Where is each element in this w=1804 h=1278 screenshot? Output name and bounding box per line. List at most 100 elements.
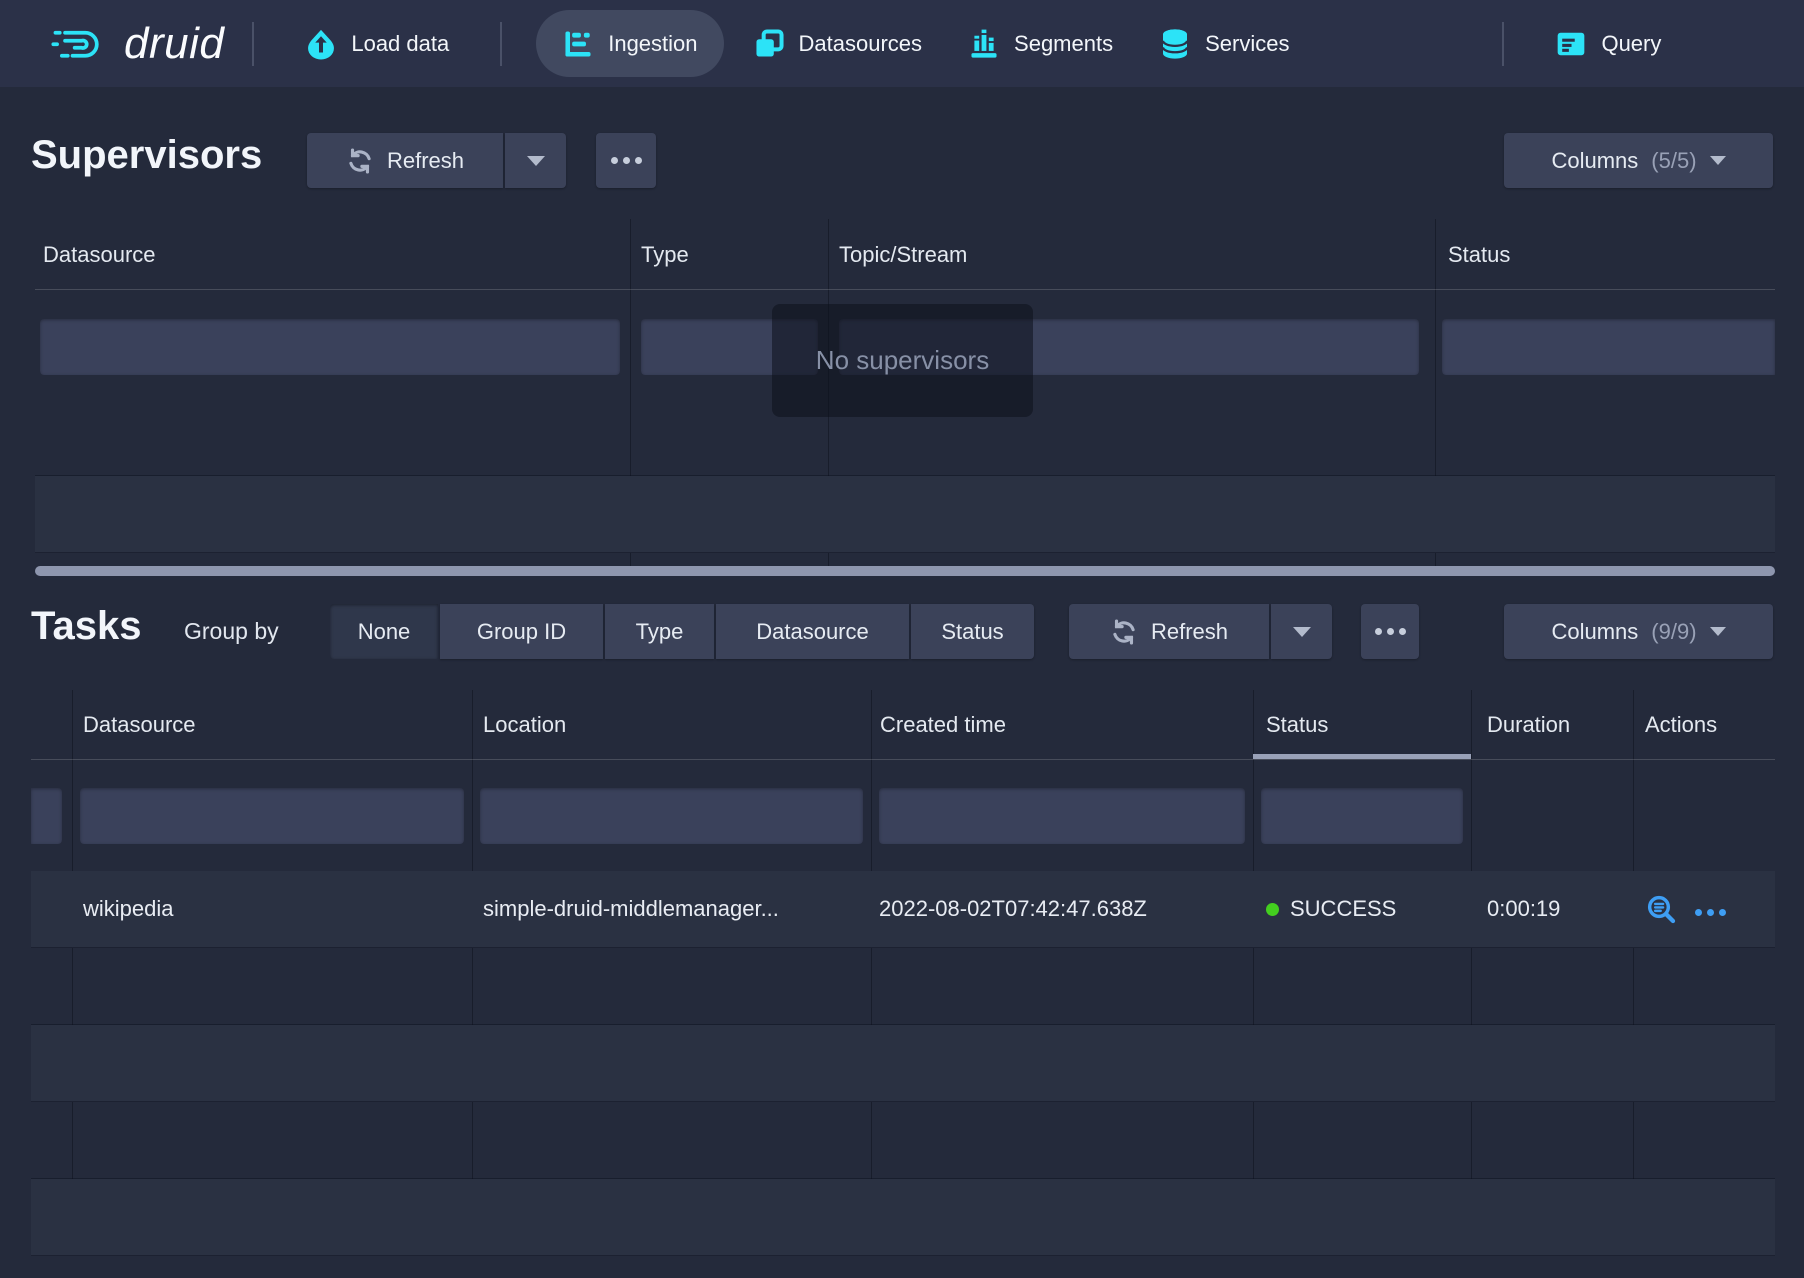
supervisors-columns-button[interactable]: Columns (5/5) xyxy=(1504,133,1773,188)
query-icon xyxy=(1555,28,1587,60)
columns-label: Columns xyxy=(1551,148,1638,174)
tasks-table: Datasource Location Created time Status … xyxy=(31,690,1775,1256)
nav-ingestion-active[interactable]: Ingestion xyxy=(536,10,723,77)
task-location-cell: simple-druid-middlemanager... xyxy=(483,871,779,947)
columns-label: Columns xyxy=(1551,619,1638,645)
supervisors-more-button[interactable] xyxy=(596,133,656,188)
group-by-type-button[interactable]: Type xyxy=(605,604,714,659)
refresh-label: Refresh xyxy=(387,148,464,174)
datasource-filter-input[interactable] xyxy=(40,319,620,375)
group-by-datasource-button[interactable]: Datasource xyxy=(716,604,909,659)
group-option-label: Datasource xyxy=(756,619,869,645)
more-icon xyxy=(1375,628,1406,635)
tasks-refresh-button[interactable]: Refresh xyxy=(1069,604,1269,659)
created-time-filter-input[interactable] xyxy=(879,788,1245,844)
col-header-datasource[interactable]: Datasource xyxy=(43,219,156,290)
task-status-cell: SUCCESS xyxy=(1266,871,1396,947)
chevron-down-icon xyxy=(527,156,545,166)
supervisors-header-row: Datasource Type Topic/Stream Status xyxy=(35,219,1775,290)
group-by-none-button[interactable]: None xyxy=(330,604,438,659)
tasks-title: Tasks xyxy=(31,604,141,649)
task-more-actions-icon[interactable] xyxy=(1695,896,1731,922)
supervisors-refresh-button[interactable]: Refresh xyxy=(307,133,503,188)
col-header-datasource[interactable]: Datasource xyxy=(83,690,196,760)
tasks-header-row: Datasource Location Created time Status … xyxy=(31,690,1775,760)
navbar-divider xyxy=(500,22,502,66)
group-option-label: None xyxy=(358,619,411,645)
empty-row xyxy=(31,948,1775,1025)
status-sort-indicator xyxy=(1253,754,1471,759)
tasks-filter-row xyxy=(31,760,1775,871)
nav-ingestion-label: Ingestion xyxy=(608,31,697,57)
col-header-location[interactable]: Location xyxy=(483,690,566,760)
view-details-magnifier-icon[interactable] xyxy=(1645,893,1677,925)
top-navbar: druid Load data Ingestion Datasources xyxy=(0,0,1804,87)
nav-datasources[interactable]: Datasources xyxy=(730,0,946,87)
supervisors-refresh-dropdown[interactable] xyxy=(505,133,566,188)
task-row-wikipedia[interactable]: wikipedia simple-druid-middlemanager... … xyxy=(31,871,1775,948)
nav-query-label: Query xyxy=(1601,31,1661,57)
chevron-down-icon xyxy=(1710,627,1726,636)
group-by-label: Group by xyxy=(184,618,279,645)
group-option-label: Group ID xyxy=(477,619,566,645)
task-created-time-cell: 2022-08-02T07:42:47.638Z xyxy=(879,871,1147,947)
druid-logo[interactable]: druid xyxy=(48,16,224,72)
empty-row xyxy=(35,476,1775,553)
tasks-columns-button[interactable]: Columns (9/9) xyxy=(1504,604,1773,659)
services-icon xyxy=(1159,28,1191,60)
col-header-duration[interactable]: Duration xyxy=(1487,690,1570,760)
col-header-status-sorted[interactable]: Status xyxy=(1266,690,1328,760)
cut-column-filter-input[interactable] xyxy=(31,788,62,844)
group-option-label: Type xyxy=(636,619,684,645)
col-header-status[interactable]: Status xyxy=(1448,219,1510,290)
segments-icon xyxy=(968,28,1000,60)
more-icon xyxy=(611,157,642,164)
empty-row xyxy=(31,1102,1775,1179)
col-header-created-time[interactable]: Created time xyxy=(880,690,1006,760)
task-status-label: SUCCESS xyxy=(1290,896,1396,922)
columns-count: (9/9) xyxy=(1651,619,1696,645)
status-filter-input[interactable] xyxy=(1442,319,1775,375)
task-datasource-cell: wikipedia xyxy=(83,871,174,947)
refresh-icon xyxy=(1110,618,1138,646)
nav-segments[interactable]: Segments xyxy=(945,0,1136,87)
success-status-dot-icon xyxy=(1266,903,1279,916)
empty-row xyxy=(35,553,1775,566)
datasource-filter-input[interactable] xyxy=(80,788,464,844)
refresh-icon xyxy=(346,147,374,175)
nav-services-label: Services xyxy=(1205,31,1289,57)
col-header-topic-stream[interactable]: Topic/Stream xyxy=(839,219,967,290)
nav-query[interactable]: Query xyxy=(1532,0,1684,87)
group-by-group-id-button[interactable]: Group ID xyxy=(440,604,603,659)
no-supervisors-message: No supervisors xyxy=(816,345,989,376)
navbar-divider xyxy=(1502,22,1504,66)
nav-load-data[interactable]: Load data xyxy=(282,0,472,87)
nav-datasources-label: Datasources xyxy=(799,31,923,57)
location-filter-input[interactable] xyxy=(480,788,863,844)
ingestion-icon xyxy=(562,28,594,60)
col-header-actions[interactable]: Actions xyxy=(1645,690,1717,760)
druid-logo-icon xyxy=(48,16,112,72)
navbar-divider xyxy=(252,22,254,66)
nav-segments-label: Segments xyxy=(1014,31,1113,57)
supervisors-horizontal-scrollbar[interactable] xyxy=(35,566,1775,576)
chevron-down-icon xyxy=(1710,156,1726,165)
tasks-more-button[interactable] xyxy=(1361,604,1419,659)
datasources-icon xyxy=(753,28,785,60)
brand-name: druid xyxy=(124,19,224,69)
load-data-icon xyxy=(305,28,337,60)
tasks-refresh-dropdown[interactable] xyxy=(1271,604,1332,659)
supervisors-title: Supervisors xyxy=(31,133,262,178)
empty-row xyxy=(31,1179,1775,1256)
empty-row xyxy=(31,1025,1775,1102)
nav-load-data-label: Load data xyxy=(351,31,449,57)
status-filter-input[interactable] xyxy=(1261,788,1463,844)
chevron-down-icon xyxy=(1293,627,1311,637)
col-header-type[interactable]: Type xyxy=(641,219,689,290)
group-option-label: Status xyxy=(941,619,1003,645)
group-by-status-button[interactable]: Status xyxy=(911,604,1034,659)
columns-count: (5/5) xyxy=(1651,148,1696,174)
nav-services[interactable]: Services xyxy=(1136,0,1312,87)
supervisors-table: Datasource Type Topic/Stream Status No s… xyxy=(35,219,1775,576)
task-actions-cell xyxy=(1645,871,1731,947)
